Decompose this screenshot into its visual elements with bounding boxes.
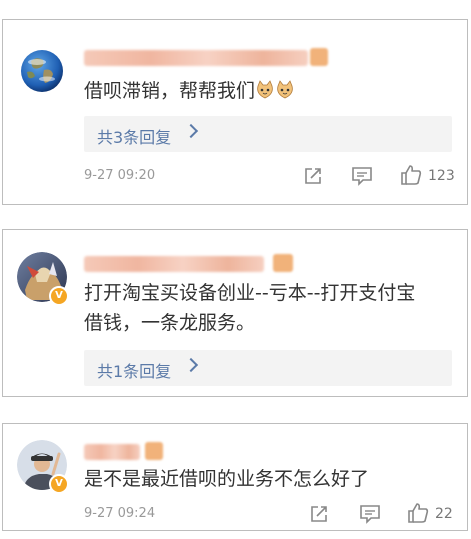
member-badge-icon [273, 254, 293, 272]
comment-text: 是不是最近借呗的业务不怎么好了 [84, 468, 370, 490]
comment-icon[interactable] [359, 504, 381, 528]
member-badge-icon [145, 442, 163, 460]
like-count: 123 [428, 168, 455, 184]
comment-card: 借呗滞销，帮帮我们 共3条回复 9-27 09:20 123 [2, 19, 468, 205]
comment-card: V 打开淘宝买设备创业--亏本--打开支付宝 借钱，一条龙服务。 共1条回复 [2, 229, 468, 397]
share-icon[interactable] [309, 504, 329, 528]
chevron-right-icon [183, 123, 199, 139]
comment-line: 打开淘宝买设备创业--亏本--打开支付宝 [84, 282, 416, 304]
like-count: 22 [435, 506, 453, 522]
username-blurred[interactable] [84, 256, 264, 272]
avatar[interactable] [17, 46, 67, 96]
view-replies-button[interactable]: 共1条回复 [84, 350, 452, 386]
member-badge-icon [310, 48, 328, 66]
verified-badge-icon: V [49, 474, 69, 494]
like-icon[interactable] [400, 164, 422, 190]
username-blurred[interactable] [84, 444, 140, 460]
replies-label: 共1条回复 [97, 362, 172, 381]
timestamp: 9-27 09:20 [84, 168, 156, 183]
username-blurred[interactable] [84, 50, 308, 66]
timestamp: 9-27 09:24 [84, 506, 156, 521]
verified-badge-icon: V [49, 286, 69, 306]
comment-icon[interactable] [351, 166, 373, 190]
earth-icon [17, 46, 67, 96]
comment-card: V 是不是最近借呗的业务不怎么好了 9-27 09:24 22 [2, 423, 468, 531]
like-icon[interactable] [407, 502, 429, 528]
replies-label: 共3条回复 [97, 128, 172, 147]
comment-text: 打开淘宝买设备创业--亏本--打开支付宝 借钱，一条龙服务。 [84, 278, 459, 338]
view-replies-button[interactable]: 共3条回复 [84, 116, 452, 152]
cat-face-icon [255, 79, 275, 99]
comment-line: 借钱，一条龙服务。 [84, 312, 256, 334]
chevron-right-icon [183, 357, 199, 373]
cat-face-icon [275, 79, 295, 99]
comment-text: 借呗滞销，帮帮我们 [84, 76, 295, 106]
share-icon[interactable] [303, 166, 323, 190]
